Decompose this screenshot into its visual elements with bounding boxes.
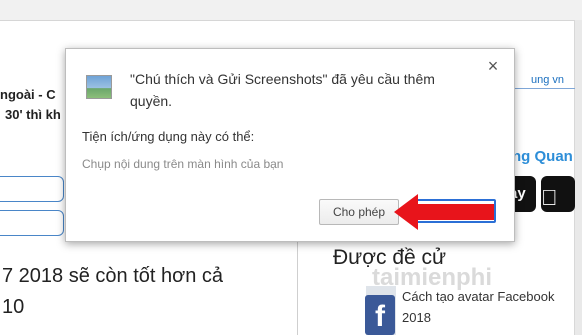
apple-store-button[interactable]: 	[541, 176, 575, 212]
apple-icon: 	[541, 185, 558, 211]
headline-fragment[interactable]: ngoài - C	[0, 87, 56, 102]
close-icon[interactable]: ×	[484, 57, 502, 75]
sidebar-heading-fragment: ng Quan	[512, 148, 573, 165]
outlined-box-1[interactable]	[0, 176, 64, 202]
article-heading-line-2: 10	[2, 296, 25, 318]
watermark: taimienphi	[372, 264, 493, 291]
arrow-shape	[394, 194, 494, 230]
permission-label: Tiện ích/ứng dụng này có thể:	[82, 129, 255, 144]
facebook-icon: f	[365, 295, 395, 335]
permission-item: Chụp nội dung trên màn hình của bạn	[82, 157, 284, 171]
article-heading-line-1: 7 2018 sẽ còn tốt hơn cả	[2, 265, 224, 287]
article-link[interactable]: Cách tạo avatar Facebook 2018	[402, 286, 578, 328]
allow-button[interactable]: Cho phép	[319, 199, 399, 225]
site-link-fragment[interactable]: ung vn	[531, 74, 564, 86]
dialog-title: "Chú thích và Gửi Screenshots" đã yêu cầ…	[130, 71, 435, 109]
extension-icon	[86, 75, 112, 99]
browser-toolbar	[0, 0, 582, 21]
red-arrow-annotation	[394, 194, 494, 230]
headline-fragment-2[interactable]: 30' thì kh	[5, 107, 61, 122]
outlined-box-2[interactable]	[0, 210, 64, 236]
